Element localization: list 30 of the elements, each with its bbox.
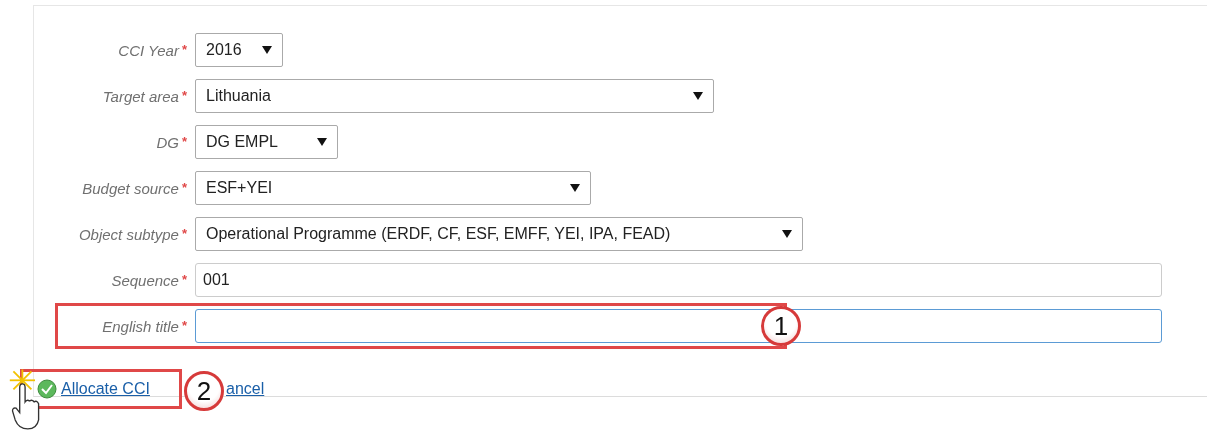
caret-icon bbox=[262, 46, 272, 54]
callout-number: 2 bbox=[184, 371, 224, 411]
field-label: English title bbox=[102, 317, 179, 335]
caret-icon bbox=[782, 230, 792, 238]
field-label: Object subtype bbox=[78, 225, 179, 243]
field-label: Sequence bbox=[111, 271, 179, 289]
dropdown[interactable]: Operational Programme (ERDF, CF, ESF, EMFF, YEI, IPA, FEAD) bbox=[195, 217, 803, 251]
required-mark: * bbox=[181, 179, 187, 195]
dropdown[interactable]: Lithuania bbox=[195, 79, 714, 113]
required-mark: * bbox=[181, 41, 187, 57]
caret-icon bbox=[693, 92, 703, 100]
text-field[interactable] bbox=[195, 309, 1162, 343]
required-mark: * bbox=[181, 317, 187, 333]
required-mark: * bbox=[181, 225, 187, 241]
caret-icon bbox=[570, 184, 580, 192]
required-mark: * bbox=[181, 87, 187, 103]
field-label: Target area bbox=[102, 87, 179, 105]
text-field[interactable]: 001 bbox=[195, 263, 1162, 297]
caret-icon bbox=[317, 138, 327, 146]
check-icon bbox=[37, 379, 57, 399]
field-label: CCI Year bbox=[118, 41, 179, 59]
field-label: DG bbox=[156, 133, 179, 151]
required-mark: * bbox=[181, 133, 187, 149]
allocate-link[interactable]: Allocate CCI bbox=[61, 380, 150, 398]
dropdown[interactable]: DG EMPL bbox=[195, 125, 338, 159]
required-mark: * bbox=[181, 271, 187, 287]
dropdown[interactable]: 2016 bbox=[195, 33, 283, 67]
dropdown[interactable]: ESF+YEI bbox=[195, 171, 591, 205]
field-label: Budget source bbox=[82, 179, 179, 197]
cancel-link[interactable]: ancel bbox=[226, 380, 265, 398]
